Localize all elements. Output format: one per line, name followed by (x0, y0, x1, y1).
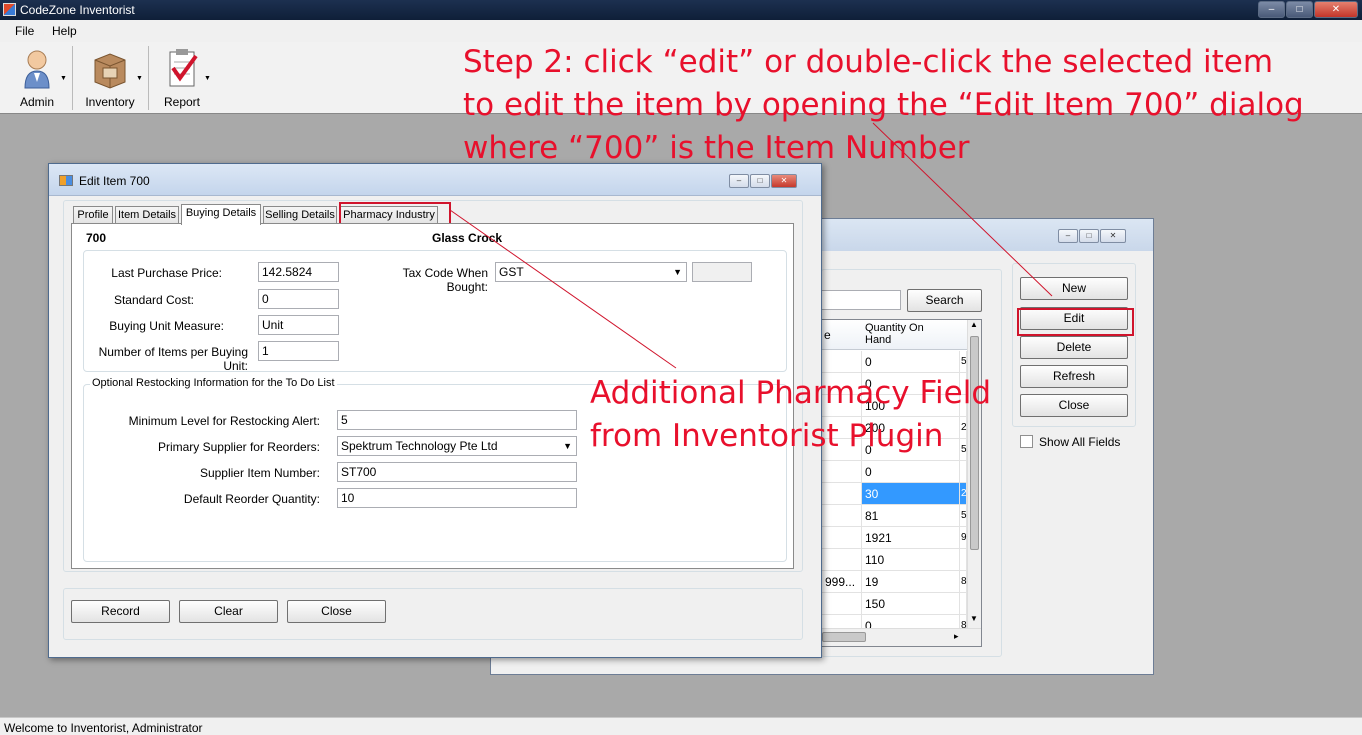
annotation-arrow-pharmacy (449, 209, 677, 369)
annotation-step2-line3: where “700” is the Item Number (463, 130, 970, 166)
annotation-pharmacy-line1: Additional Pharmacy Field (590, 375, 992, 411)
annotation-step2-line1: Step 2: click “edit” or double-click the… (463, 44, 1274, 80)
annotation-step2-line2: to edit the item by opening the “Edit It… (463, 87, 1304, 123)
status-text: Welcome to Inventorist, Administrator (4, 721, 203, 735)
annotation-pharmacy-line2: from Inventorist Plugin (590, 418, 944, 454)
tab-buying-details[interactable]: Buying Details (181, 204, 261, 225)
status-bar: Welcome to Inventorist, Administrator (0, 717, 1362, 735)
